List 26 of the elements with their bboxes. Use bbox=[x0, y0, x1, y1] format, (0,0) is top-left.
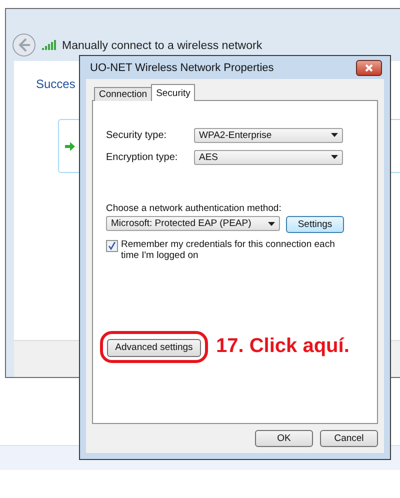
caret-icon bbox=[268, 222, 275, 226]
dialog-tab[interactable]: Connection bbox=[94, 87, 152, 101]
dropdown[interactable]: WPA2-Enterprise bbox=[194, 128, 343, 142]
caret-icon bbox=[331, 155, 338, 159]
annotation-text: 17. Click aquí. bbox=[216, 335, 350, 358]
success-heading: Succes bbox=[36, 77, 76, 91]
close-icon bbox=[365, 64, 373, 72]
auth-label: Choose a network authentication method: bbox=[106, 203, 282, 214]
caret-icon bbox=[331, 133, 338, 137]
arrow-icon bbox=[65, 142, 75, 150]
auth-dropdown[interactable]: Microsoft: Protected EAP (PEAP) bbox=[106, 216, 280, 231]
field-label: Encryption type: bbox=[106, 152, 179, 162]
advanced-settings-button[interactable]: Advanced settings bbox=[107, 338, 201, 356]
field-label: Security type: bbox=[106, 130, 168, 140]
dialog-title: UO-NET Wireless Network Properties bbox=[90, 62, 274, 74]
dialog-tab[interactable]: Security bbox=[151, 84, 196, 101]
check-icon bbox=[108, 242, 116, 250]
remember-checkbox[interactable] bbox=[106, 240, 118, 252]
settings-button[interactable]: Settings bbox=[286, 216, 344, 233]
remember-label: Remember my credentials for this connection each time I'm logged on bbox=[121, 239, 336, 261]
dropdown[interactable]: AES bbox=[194, 150, 343, 164]
dialog-button[interactable]: OK bbox=[255, 430, 313, 447]
close-button[interactable] bbox=[356, 60, 382, 76]
dialog-button[interactable]: Cancel bbox=[320, 430, 378, 447]
signal-icon bbox=[42, 40, 56, 50]
wizard-title: Manually connect to a wireless network bbox=[62, 40, 262, 54]
